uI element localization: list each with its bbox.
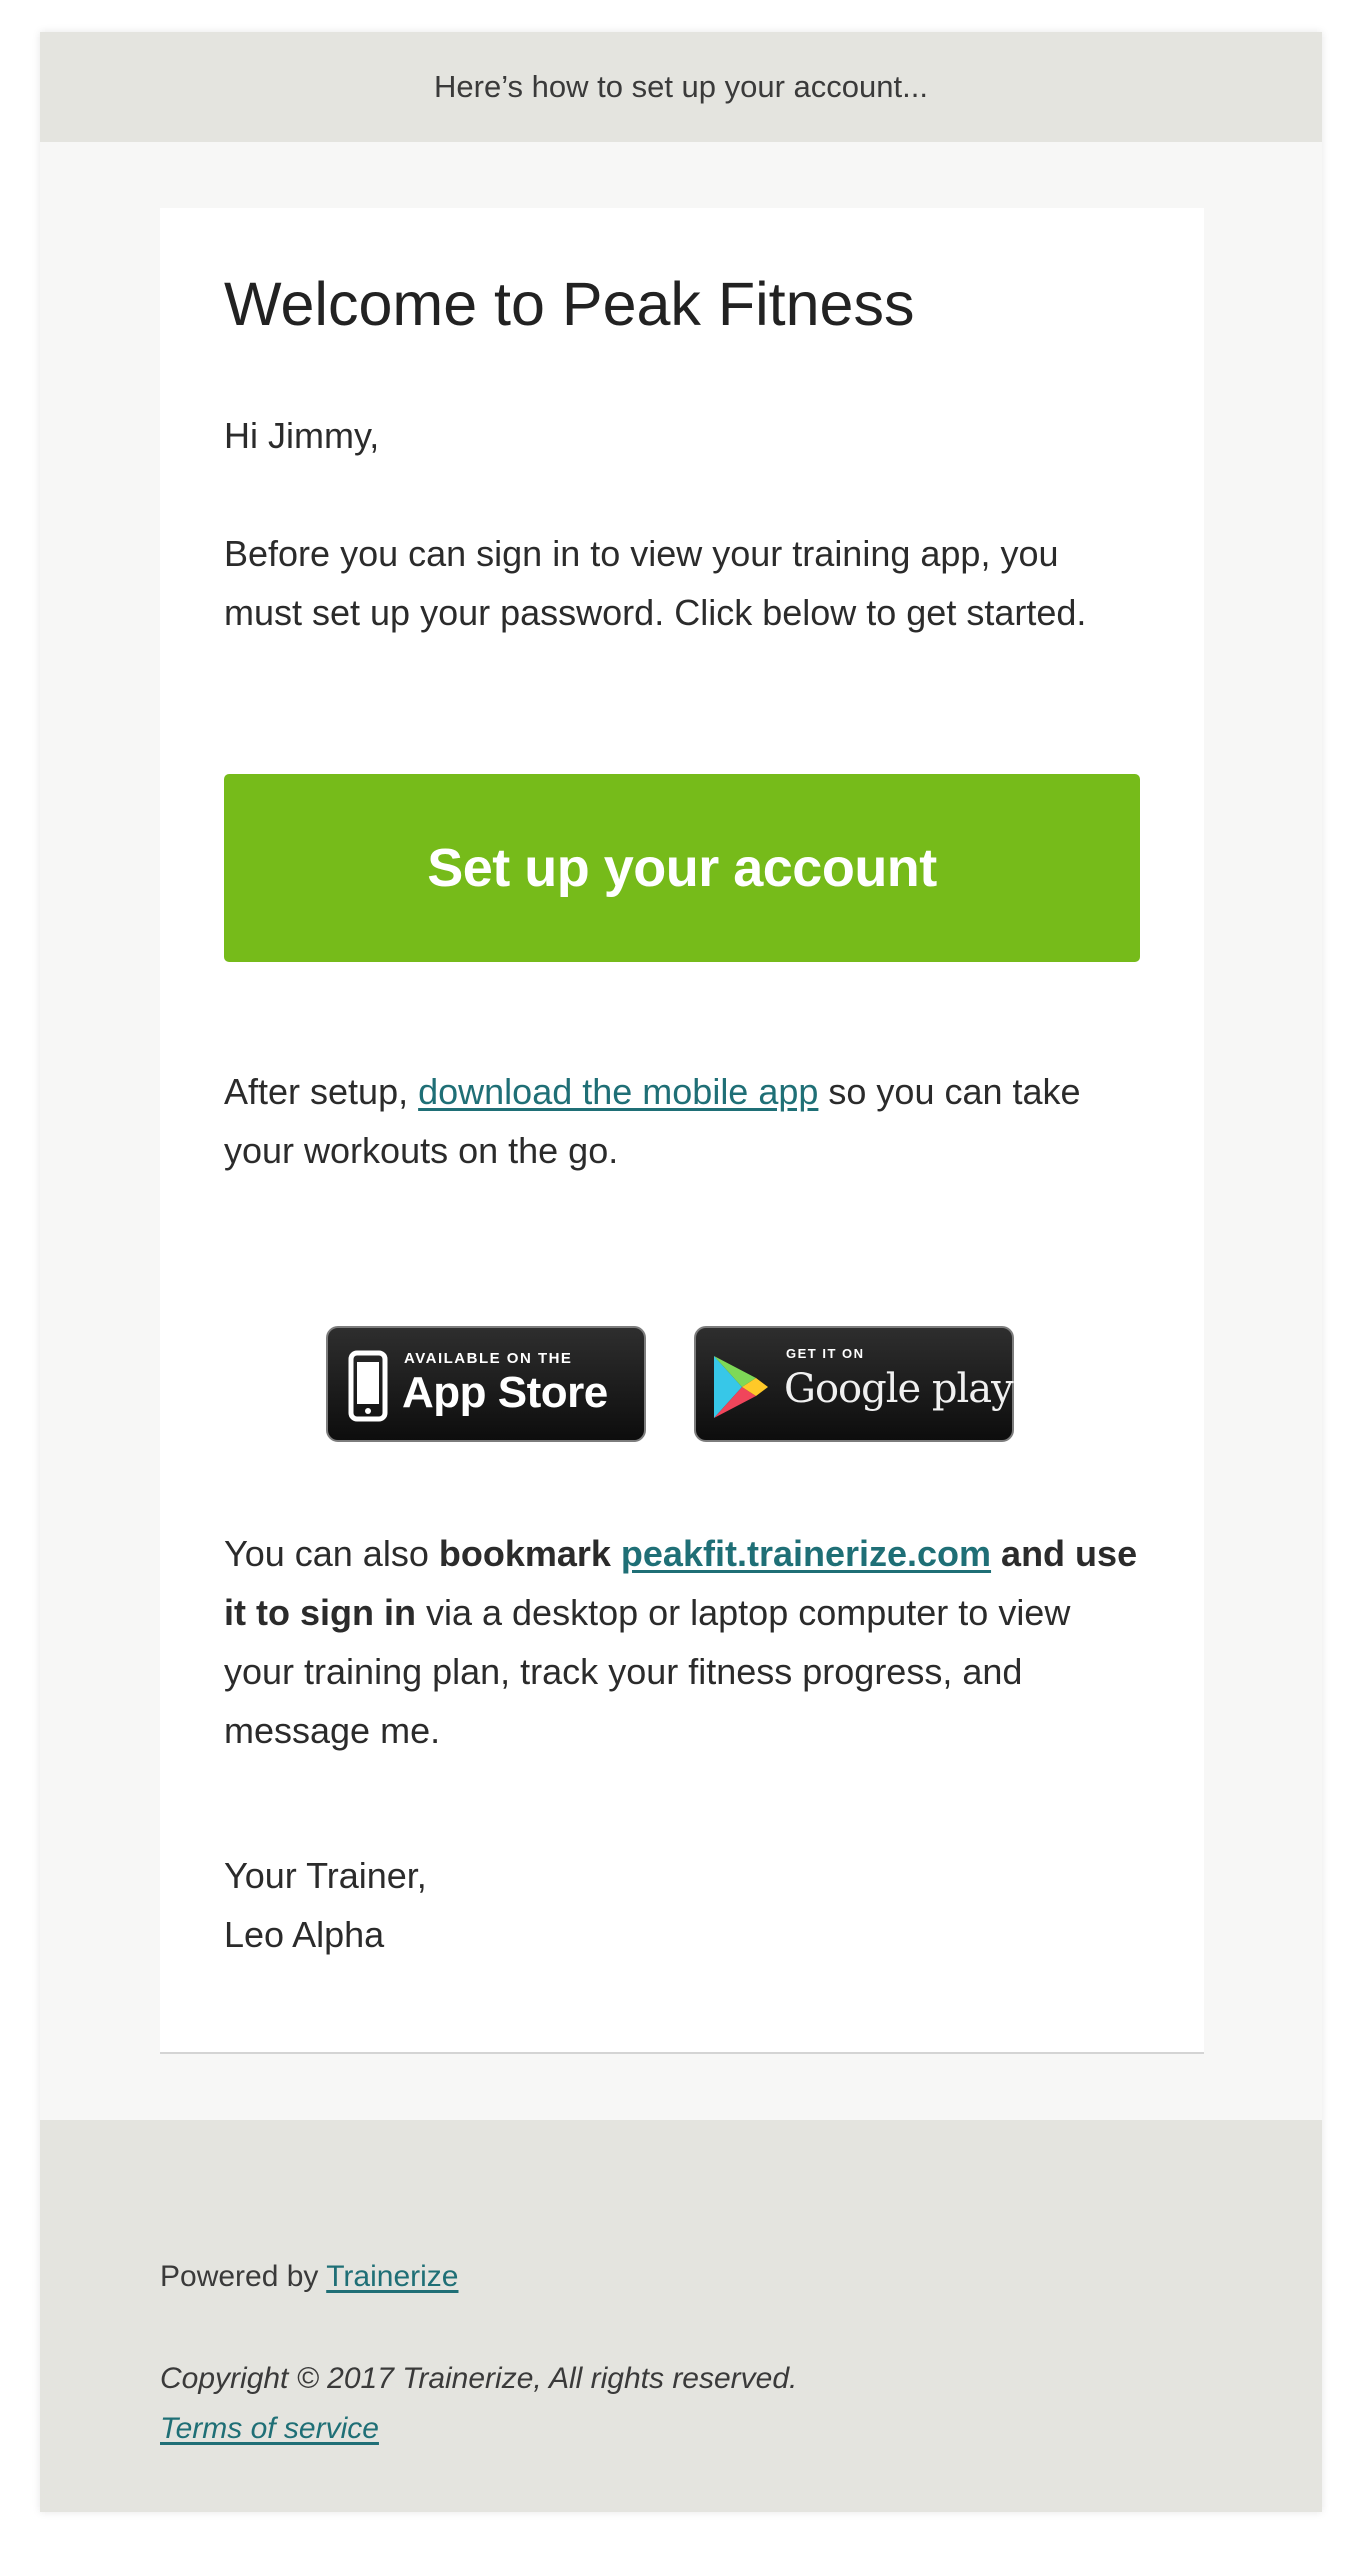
bookmark-text-1: You can also [224,1533,439,1574]
copyright-text: Copyright © 2017 Trainerize, All rights … [160,2362,798,2395]
email-title: Welcome to Peak Fitness [224,270,915,338]
email-footer: Powered by Trainerize Copyright © 2017 T… [40,2120,1322,2512]
app-store-badge[interactable]: AVAILABLE ON THE App Store [326,1326,646,1442]
setup-account-label: Set up your account [427,838,937,898]
app-store-small-text: AVAILABLE ON THE [404,1350,573,1367]
signoff-line-1: Your Trainer, [224,1855,427,1896]
powered-by: Powered by Trainerize [160,2260,458,2294]
email-frame: Here’s how to set up your account... Wel… [40,32,1322,2512]
email-card: Welcome to Peak Fitness Hi Jimmy, Before… [160,208,1204,2054]
download-app-link[interactable]: download the mobile app [418,1071,818,1112]
signoff-name: Leo Alpha [224,1914,385,1955]
download-paragraph: After setup, download the mobile app so … [224,1062,1140,1180]
google-play-small-text: GET IT ON [786,1346,865,1361]
app-store-big-text: App Store [402,1368,608,1417]
google-play-big-text: Google play [784,1366,1014,1412]
phone-icon [348,1350,388,1422]
terms-of-service-link[interactable]: Terms of service [160,2412,379,2445]
bookmark-bold-1: bookmark [438,1533,611,1574]
play-triangle-icon [714,1356,768,1418]
trainerize-site-link[interactable]: peakfit.trainerize.com [621,1533,991,1574]
greeting: Hi Jimmy, [224,415,380,456]
preheader: Here’s how to set up your account... [40,32,1322,142]
copyright-block: Copyright © 2017 Trainerize, All rights … [160,2354,797,2454]
store-badges: AVAILABLE ON THE App Store GET IT ON Goo… [224,1326,1140,1442]
intro-paragraph: Before you can sign in to view your trai… [224,533,1087,633]
signoff: Your Trainer, Leo Alpha [224,1846,1140,1964]
setup-account-button[interactable]: Set up your account [224,774,1140,962]
preheader-text: Here’s how to set up your account... [434,69,928,104]
powered-by-prefix: Powered by [160,2260,327,2293]
bookmark-paragraph: You can also bookmark peakfit.trainerize… [224,1524,1140,1760]
google-play-badge[interactable]: GET IT ON Google play [694,1326,1014,1442]
download-text-before: After setup, [224,1071,419,1112]
bookmark-space [611,1533,621,1574]
trainerize-link[interactable]: Trainerize [326,2260,458,2293]
